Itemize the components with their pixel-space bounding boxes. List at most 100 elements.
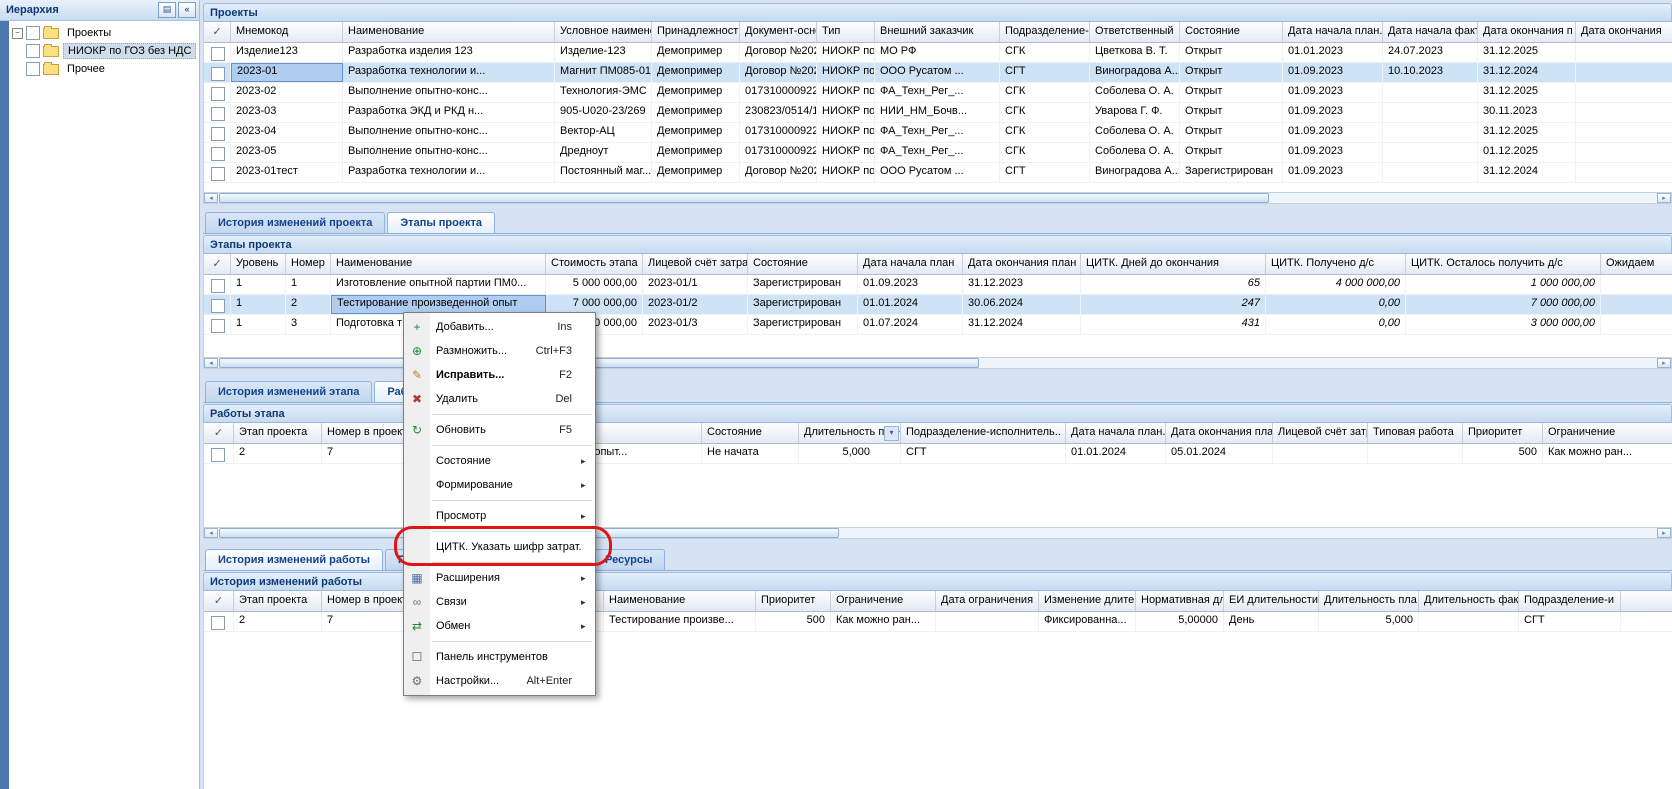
- table-cell[interactable]: Технология-ЭМС: [555, 83, 652, 102]
- table-cell[interactable]: 31.12.2025: [1478, 83, 1576, 102]
- column-header[interactable]: Состояние: [702, 423, 799, 443]
- column-header[interactable]: Документ-основан: [740, 22, 817, 42]
- table-cell[interactable]: 01.09.2023: [1283, 123, 1383, 142]
- table-cell[interactable]: Разработка ЭКД и РКД н...: [343, 103, 555, 122]
- tab[interactable]: История изменений работы: [205, 549, 383, 570]
- scrollbar-thumb[interactable]: [219, 193, 1269, 203]
- table-cell[interactable]: [1419, 612, 1519, 631]
- table-cell[interactable]: Виноградова А...: [1090, 63, 1180, 82]
- column-header[interactable]: Дата окончания план: [1166, 423, 1273, 443]
- menu-item[interactable]: ⇄Обмен▸: [404, 614, 595, 638]
- row-checkbox[interactable]: [211, 87, 225, 101]
- table-cell[interactable]: 230823/0514/136: [740, 103, 817, 122]
- table-cell[interactable]: Договор №202...: [740, 163, 817, 182]
- column-header[interactable]: Этап проекта: [234, 423, 322, 443]
- column-header[interactable]: Наименование: [331, 254, 546, 274]
- tree-node-label[interactable]: Проекты: [63, 26, 115, 40]
- column-header[interactable]: Ответственный: [1090, 22, 1180, 42]
- table-row[interactable]: 2023-03Разработка ЭКД и РКД н...905-U020…: [204, 103, 1672, 123]
- row-checkbox[interactable]: [211, 299, 225, 313]
- table-cell[interactable]: Изготовление опытной партии ПМ0...: [331, 275, 546, 294]
- menu-item[interactable]: Просмотр▸: [404, 504, 595, 528]
- table-cell[interactable]: 2023-01/2: [643, 295, 748, 314]
- table-cell[interactable]: Как можно ран...: [831, 612, 936, 631]
- table-cell[interactable]: Открыт: [1180, 103, 1283, 122]
- table-cell[interactable]: 0,00: [1266, 315, 1406, 334]
- row-checkbox[interactable]: [211, 107, 225, 121]
- row-checkbox[interactable]: [211, 448, 225, 462]
- table-cell[interactable]: 5,00000: [1136, 612, 1224, 631]
- tab[interactable]: Этапы проекта: [387, 212, 495, 233]
- column-header[interactable]: Подразделение-и: [1519, 591, 1621, 611]
- tree-node[interactable]: Прочее: [10, 60, 198, 78]
- column-header[interactable]: Этап проекта: [234, 591, 322, 611]
- table-cell[interactable]: ФА_Техн_Рег_...: [875, 143, 1000, 162]
- table-cell[interactable]: НИОКР по ГОЗ ...: [817, 123, 875, 142]
- table-cell[interactable]: 01.09.2023: [1283, 103, 1383, 122]
- scroll-left-icon[interactable]: ◂: [204, 193, 218, 203]
- table-cell[interactable]: 1: [286, 275, 331, 294]
- row-checkbox[interactable]: [211, 47, 225, 61]
- table-cell[interactable]: 31.12.2025: [1478, 43, 1576, 62]
- table-cell[interactable]: 500: [1463, 444, 1543, 463]
- table-cell[interactable]: [1621, 612, 1672, 631]
- column-header[interactable]: Дата окончания план: [963, 254, 1081, 274]
- column-header[interactable]: [1621, 591, 1672, 611]
- table-cell[interactable]: НИОКР по ГОЗ ...: [817, 83, 875, 102]
- column-header[interactable]: Ограничение: [831, 591, 936, 611]
- table-cell[interactable]: Разработка технологии и...: [343, 63, 555, 82]
- table-cell[interactable]: 01.01.2023: [1283, 43, 1383, 62]
- table-cell[interactable]: МО РФ: [875, 43, 1000, 62]
- table-cell[interactable]: [1576, 83, 1672, 102]
- table-cell[interactable]: 431: [1081, 315, 1266, 334]
- row-checkbox[interactable]: [211, 67, 225, 81]
- scroll-left-icon[interactable]: ◂: [204, 528, 218, 538]
- table-cell[interactable]: Соболева О. А.: [1090, 83, 1180, 102]
- table-cell[interactable]: 1: [231, 275, 286, 294]
- menu-item[interactable]: ⚙Настройки...Alt+Enter: [404, 669, 595, 693]
- filter-icon[interactable]: ▾: [884, 426, 899, 441]
- table-cell[interactable]: НИОКР по ГОЗ ...: [817, 63, 875, 82]
- table-cell[interactable]: Демопример: [652, 163, 740, 182]
- select-all-header[interactable]: ✓: [204, 254, 231, 274]
- table-cell[interactable]: Демопример: [652, 143, 740, 162]
- table-cell[interactable]: Дредноут: [555, 143, 652, 162]
- tree-node-label[interactable]: НИОКР по ГОЗ без НДС: [63, 43, 196, 59]
- select-all-header[interactable]: ✓: [204, 591, 234, 611]
- table-cell[interactable]: 247: [1081, 295, 1266, 314]
- table-cell[interactable]: Магнит ПМ085-01: [555, 63, 652, 82]
- table-cell[interactable]: [1601, 315, 1672, 334]
- table-cell[interactable]: Не начата: [702, 444, 799, 463]
- table-cell[interactable]: 2023-02: [231, 83, 343, 102]
- table-cell[interactable]: [1383, 163, 1478, 182]
- table-cell[interactable]: 1: [231, 315, 286, 334]
- column-header[interactable]: Номер: [286, 254, 331, 274]
- menu-item[interactable]: ▦Расширения▸: [404, 566, 595, 590]
- table-cell[interactable]: Разработка изделия 123: [343, 43, 555, 62]
- column-header[interactable]: ЦИТК. Получено д/с: [1266, 254, 1406, 274]
- table-cell[interactable]: 5,000: [1319, 612, 1419, 631]
- table-row[interactable]: 2023-02Выполнение опытно-конс...Технолог…: [204, 83, 1672, 103]
- row-checkbox[interactable]: [211, 147, 225, 161]
- table-cell[interactable]: [1273, 444, 1368, 463]
- table-cell[interactable]: Зарегистрирован: [748, 275, 858, 294]
- table-cell[interactable]: ФА_Техн_Рег_...: [875, 83, 1000, 102]
- table-cell[interactable]: [1601, 275, 1672, 294]
- table-cell[interactable]: 10.10.2023: [1383, 63, 1478, 82]
- table-cell[interactable]: НИИ_НМ_Бочв...: [875, 103, 1000, 122]
- table-cell[interactable]: Открыт: [1180, 123, 1283, 142]
- table-cell[interactable]: СГТ: [1000, 163, 1090, 182]
- table-cell[interactable]: 31.12.2024: [963, 315, 1081, 334]
- table-cell[interactable]: НИОКР по ГОЗ ...: [817, 43, 875, 62]
- table-cell[interactable]: Демопример: [652, 123, 740, 142]
- tree-expander-icon[interactable]: −: [12, 28, 23, 39]
- table-cell[interactable]: Договор №202...: [740, 43, 817, 62]
- table-cell[interactable]: Договор №202...: [740, 63, 817, 82]
- table-cell[interactable]: НИОКР по ГОЗ ...: [817, 143, 875, 162]
- column-header[interactable]: Уровень: [231, 254, 286, 274]
- table-cell[interactable]: ФА_Техн_Рег_...: [875, 123, 1000, 142]
- column-header[interactable]: Подразделение-от: [1000, 22, 1090, 42]
- table-cell[interactable]: 01.09.2023: [1283, 63, 1383, 82]
- table-cell[interactable]: 31.12.2024: [1478, 63, 1576, 82]
- table-cell[interactable]: Зарегистрирован: [748, 315, 858, 334]
